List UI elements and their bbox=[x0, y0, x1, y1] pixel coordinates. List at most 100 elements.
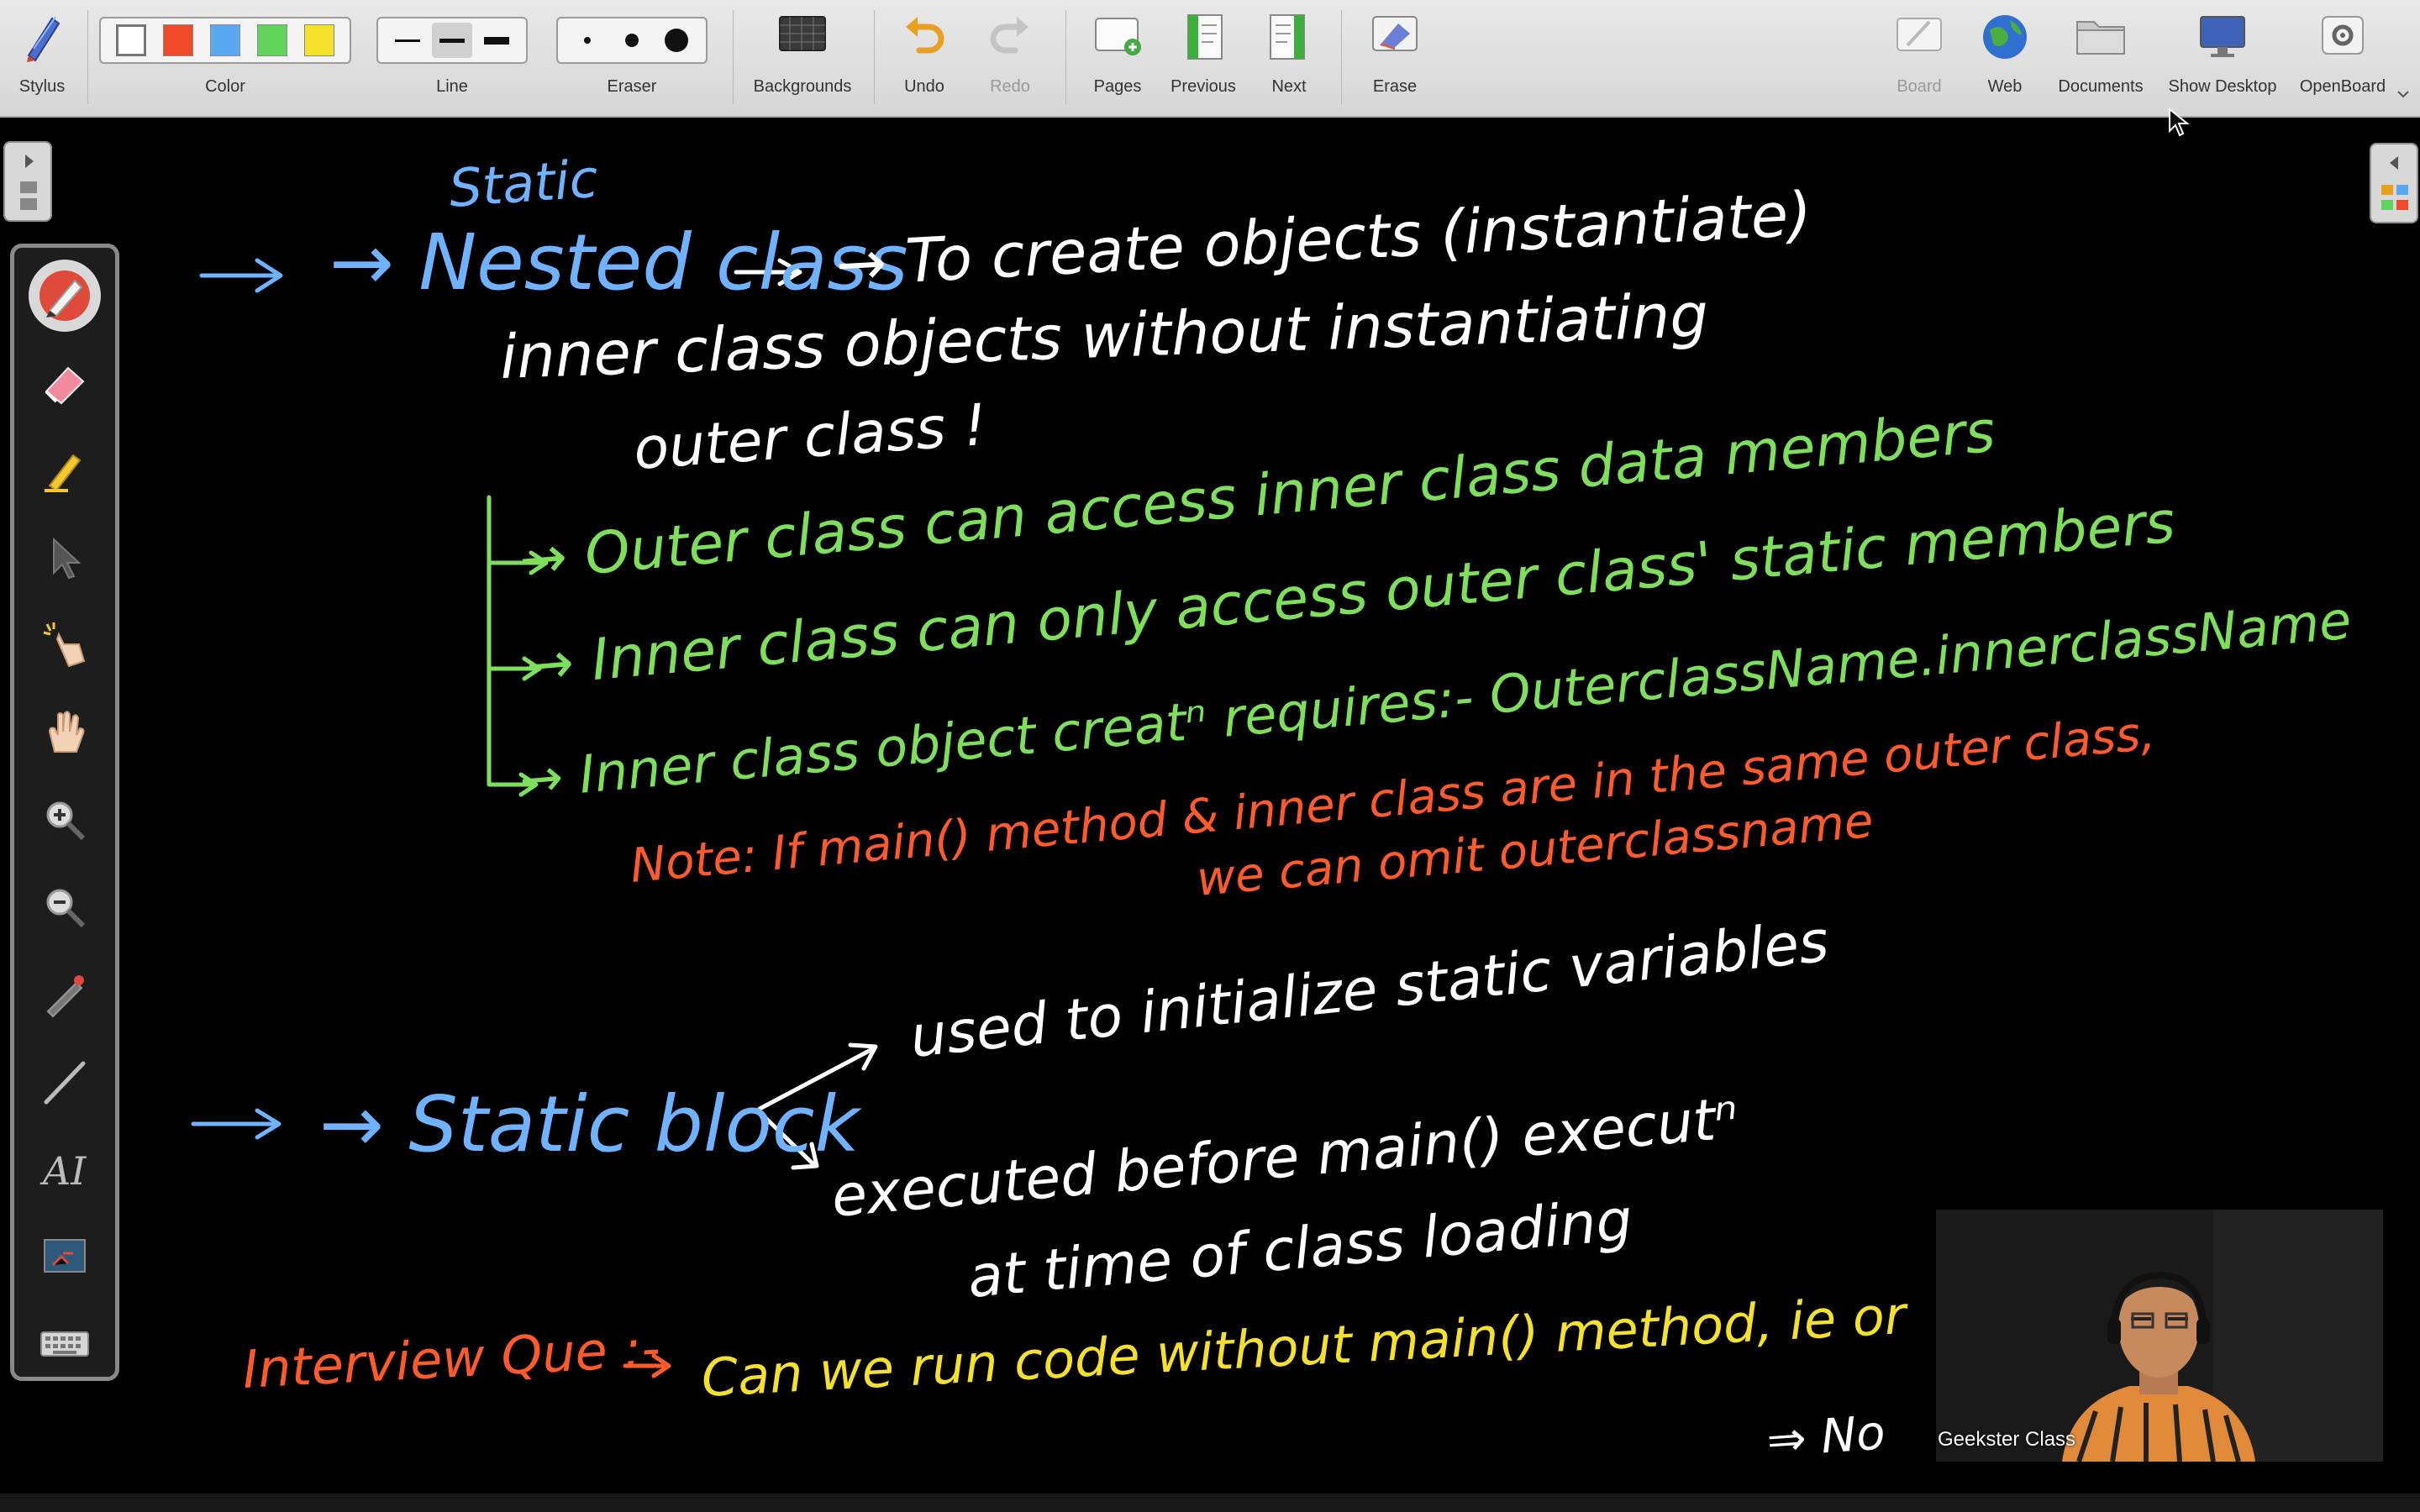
laser-pointer-tool[interactable] bbox=[29, 958, 101, 1031]
highlighter-icon bbox=[45, 454, 82, 492]
board-label: Board bbox=[1897, 77, 1942, 96]
zoom-out-icon bbox=[46, 889, 86, 928]
eraser-small-button[interactable] bbox=[567, 23, 607, 58]
next-label: Next bbox=[1271, 77, 1307, 96]
screen-capture-icon bbox=[44, 1239, 86, 1273]
chevron-down-icon[interactable] bbox=[2396, 89, 2410, 99]
color-swatches bbox=[99, 17, 351, 64]
text-tool[interactable]: AI bbox=[29, 1133, 101, 1205]
toolbar-separator bbox=[1341, 10, 1342, 104]
presenter-name: Geekster Class bbox=[1938, 1428, 2076, 1451]
library-icon bbox=[2381, 185, 2408, 210]
bottom-strip bbox=[0, 1494, 2420, 1512]
hand-tool[interactable] bbox=[29, 696, 101, 769]
previous-label: Previous bbox=[1171, 77, 1236, 96]
used-to-initialize-text: used to initialize static variables bbox=[908, 909, 1832, 1071]
laser-pointer-icon bbox=[46, 975, 84, 1018]
chevron-left-icon bbox=[2390, 156, 2398, 170]
interview-question-label: Interview Que :- bbox=[241, 1317, 661, 1400]
left-panel-toggle[interactable] bbox=[3, 141, 52, 222]
stylus-button[interactable]: Stylus bbox=[0, 0, 84, 116]
text-icon: AI bbox=[39, 1148, 87, 1194]
virtual-keyboard-tool[interactable] bbox=[29, 1308, 101, 1380]
undo-icon bbox=[906, 17, 944, 54]
eraser-sizes bbox=[556, 17, 708, 64]
backgrounds-icon bbox=[779, 16, 826, 51]
settings-gear-icon bbox=[2322, 16, 2364, 55]
line-icon bbox=[44, 1061, 86, 1105]
show-desktop-button[interactable]: Show Desktop bbox=[2160, 0, 2286, 116]
hand-icon bbox=[48, 711, 85, 753]
board-button[interactable]: Board bbox=[1886, 0, 1953, 116]
hand-pointer-icon bbox=[43, 622, 86, 668]
erase-board-icon bbox=[1372, 16, 1418, 51]
tool-palette: AI bbox=[10, 244, 119, 1381]
desktop-monitor-icon bbox=[2200, 16, 2245, 57]
pages-label: Pages bbox=[1093, 77, 1142, 96]
line-widths bbox=[376, 17, 528, 64]
arrow-static-block bbox=[191, 1108, 281, 1140]
keyboard-icon bbox=[40, 1331, 89, 1357]
redo-icon bbox=[990, 17, 1028, 54]
erase-label: Erase bbox=[1372, 77, 1418, 96]
next-page-icon bbox=[1270, 14, 1305, 60]
previous-button[interactable]: Previous bbox=[1161, 0, 1245, 116]
erase-button[interactable]: Erase bbox=[1361, 0, 1428, 116]
right-panel-toggle[interactable] bbox=[2370, 143, 2418, 223]
color-group: Color bbox=[99, 0, 351, 116]
documents-label: Documents bbox=[2058, 77, 2144, 96]
color-green-swatch[interactable] bbox=[257, 24, 288, 56]
line-tool[interactable] bbox=[29, 1046, 101, 1118]
backgrounds-label: Backgrounds bbox=[753, 77, 852, 96]
documents-button[interactable]: Documents bbox=[2050, 0, 2151, 116]
line-medium-button[interactable] bbox=[432, 23, 472, 58]
selector-tool[interactable] bbox=[29, 522, 101, 594]
backgrounds-button[interactable]: Backgrounds bbox=[739, 0, 865, 116]
toolbar-separator bbox=[87, 10, 88, 104]
interact-tool[interactable] bbox=[29, 609, 101, 681]
show-desktop-label: Show Desktop bbox=[2168, 77, 2277, 96]
zoom-in-tool[interactable] bbox=[29, 784, 101, 856]
undo-label: Undo bbox=[904, 77, 944, 96]
zoom-in-icon bbox=[46, 801, 86, 841]
webcam-overlay: Geekster Class bbox=[1936, 1210, 2383, 1462]
openboard-menu-button[interactable]: OpenBoard bbox=[2292, 0, 2393, 116]
eraser-icon bbox=[45, 366, 85, 405]
pen-tool[interactable] bbox=[29, 260, 101, 332]
eraser-large-button[interactable] bbox=[657, 23, 697, 58]
line-thin-button[interactable] bbox=[387, 23, 427, 58]
toolbar-separator bbox=[1065, 10, 1066, 104]
openboard-label: OpenBoard bbox=[2299, 77, 2386, 96]
color-white-swatch[interactable] bbox=[116, 24, 147, 56]
redo-label: Redo bbox=[990, 77, 1030, 96]
color-label: Color bbox=[205, 77, 245, 96]
undo-button[interactable]: Undo bbox=[891, 0, 958, 116]
static-block-heading: → Static block bbox=[319, 1079, 862, 1169]
eraser-medium-button[interactable] bbox=[612, 23, 651, 58]
interview-question-text: Can we run code without main() method, i… bbox=[700, 1284, 1910, 1409]
color-red-swatch[interactable] bbox=[163, 24, 194, 56]
eraser-tool[interactable] bbox=[29, 347, 101, 419]
color-yellow-swatch[interactable] bbox=[304, 24, 334, 56]
chevron-right-icon bbox=[25, 155, 34, 168]
svg-text:AI: AI bbox=[39, 1148, 87, 1194]
web-button[interactable]: Web bbox=[1971, 0, 2039, 116]
color-blue-swatch[interactable] bbox=[210, 24, 241, 56]
outer-class-text: outer class ! bbox=[632, 392, 989, 483]
stylus-label: Stylus bbox=[18, 77, 66, 96]
arrow-nested-class bbox=[199, 258, 283, 293]
board-icon bbox=[1897, 18, 1942, 51]
line-label: Line bbox=[436, 77, 468, 96]
web-label: Web bbox=[1987, 77, 2023, 96]
highlighter-tool[interactable] bbox=[29, 434, 101, 507]
pages-icon bbox=[1095, 18, 1141, 55]
line-thick-button[interactable] bbox=[477, 23, 517, 58]
pointer-arrow-icon bbox=[53, 537, 82, 580]
capture-tool[interactable] bbox=[29, 1221, 101, 1293]
next-button[interactable]: Next bbox=[1255, 0, 1323, 116]
eraser-group: Eraser bbox=[556, 0, 708, 116]
stylus-icon bbox=[27, 16, 60, 62]
zoom-out-tool[interactable] bbox=[29, 871, 101, 943]
pages-button[interactable]: Pages bbox=[1084, 0, 1151, 116]
redo-button[interactable]: Redo bbox=[976, 0, 1044, 116]
